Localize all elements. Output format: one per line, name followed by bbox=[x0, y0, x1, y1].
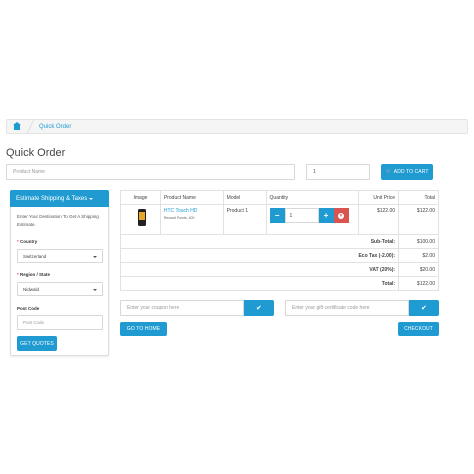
product-thumbnail[interactable] bbox=[137, 209, 146, 226]
product-quantity-cell: − 1 + × bbox=[265, 204, 360, 235]
quantity-value: 1 bbox=[313, 169, 316, 175]
gift-certificate-placeholder: Enter your gift certificate code here bbox=[292, 305, 370, 311]
check-icon: ✔ bbox=[256, 305, 262, 312]
totals-row: Sub-Total: $100.00 bbox=[119, 234, 439, 249]
remove-icon: × bbox=[338, 212, 345, 219]
vat-value: $20.00 bbox=[398, 262, 439, 277]
table-row: HTC Touch HD Reward Points: 400 Product … bbox=[120, 204, 439, 235]
header-model: Model bbox=[222, 190, 267, 205]
estimate-shipping-toggle[interactable]: Estimate Shipping & Taxes bbox=[10, 190, 109, 207]
country-label: * Country bbox=[17, 239, 37, 244]
quantity-stepper: − 1 + × bbox=[269, 208, 359, 223]
add-to-cart-label: Add to Cart bbox=[393, 169, 429, 175]
region-label-text: Region / State bbox=[20, 272, 51, 277]
get-quotes-button[interactable]: Get Quotes bbox=[17, 336, 57, 351]
header-product-name: Product Name bbox=[159, 190, 224, 205]
product-name-placeholder: Product Name bbox=[13, 169, 45, 175]
apply-gift-certificate-button[interactable]: ✔ bbox=[409, 300, 439, 316]
eco-tax-value: $2.00 bbox=[398, 248, 439, 263]
cart-icon: 🛒 bbox=[385, 169, 392, 175]
country-label-text: Country bbox=[20, 239, 38, 244]
region-label: * Region / State bbox=[17, 272, 50, 277]
breadcrumb-separator bbox=[26, 119, 35, 134]
caret-down-icon bbox=[89, 197, 94, 200]
region-value: Nidwald bbox=[23, 286, 40, 292]
gift-certificate-input[interactable]: Enter your gift certificate code here bbox=[285, 300, 409, 316]
product-name-link[interactable]: HTC Touch HD bbox=[164, 208, 223, 214]
totals-row: VAT (20%): $20.00 bbox=[119, 262, 439, 277]
apply-coupon-button[interactable]: ✔ bbox=[244, 300, 274, 316]
product-unit-price: $122.00 bbox=[358, 204, 400, 235]
total-value: $122.00 bbox=[398, 276, 439, 291]
product-total: $122.00 bbox=[398, 204, 439, 235]
estimate-shipping-title: Estimate Shipping & Taxes bbox=[16, 195, 88, 202]
coupon-input[interactable]: Enter your coupon here bbox=[120, 300, 244, 316]
check-icon: ✔ bbox=[421, 305, 427, 312]
postcode-label: Post Code bbox=[17, 306, 40, 311]
add-to-cart-button[interactable]: 🛒 Add to Cart bbox=[381, 164, 433, 180]
vat-label: VAT (20%): bbox=[119, 262, 400, 277]
region-select[interactable]: Nidwald bbox=[17, 282, 103, 296]
header-unit-price: Unit Price bbox=[358, 190, 400, 205]
product-name-cell: HTC Touch HD Reward Points: 400 bbox=[159, 204, 224, 235]
checkout-button[interactable]: Checkout bbox=[398, 322, 439, 336]
breadcrumb: Quick Order bbox=[6, 119, 468, 134]
header-total: Total bbox=[398, 190, 439, 205]
estimate-shipping-panel: Estimate Shipping & Taxes Enter Your Des… bbox=[10, 190, 109, 356]
cart-table: Image Product Name Model Quantity Unit P… bbox=[119, 190, 439, 291]
product-model: Product 1 bbox=[222, 204, 267, 235]
breadcrumb-quick-order[interactable]: Quick Order bbox=[39, 124, 71, 130]
increase-quantity-button[interactable]: + bbox=[318, 208, 334, 223]
subtotal-value: $100.00 bbox=[398, 234, 439, 249]
cart-header-row: Image Product Name Model Quantity Unit P… bbox=[120, 190, 439, 205]
select-arrow-icon bbox=[93, 256, 97, 258]
subtotal-label: Sub-Total: bbox=[119, 234, 400, 249]
quantity-input[interactable]: 1 bbox=[306, 164, 370, 180]
postcode-input[interactable]: Post Code bbox=[17, 315, 103, 330]
totals-row: Total: $122.00 bbox=[119, 276, 439, 291]
totals-row: Eco Tax (-2.00): $2.00 bbox=[119, 248, 439, 263]
select-arrow-icon bbox=[93, 289, 97, 291]
country-value: Switzerland bbox=[23, 253, 47, 259]
coupon-placeholder: Enter your coupon here bbox=[127, 305, 180, 311]
product-image-cell bbox=[120, 204, 161, 235]
shipping-intro: Enter Your Destination To Get A Shipping… bbox=[17, 214, 99, 227]
header-image: Image bbox=[120, 190, 161, 205]
reward-points: Reward Points: 400 bbox=[163, 216, 195, 220]
product-name-input[interactable]: Product Name bbox=[6, 164, 295, 180]
remove-item-button[interactable]: × bbox=[333, 208, 349, 223]
go-to-home-button[interactable]: Go to Home bbox=[120, 322, 167, 336]
decrease-quantity-button[interactable]: − bbox=[269, 208, 285, 223]
eco-tax-label: Eco Tax (-2.00): bbox=[119, 248, 400, 263]
header-quantity: Quantity bbox=[265, 190, 360, 205]
postcode-placeholder: Post Code bbox=[23, 320, 45, 325]
home-icon[interactable] bbox=[13, 121, 21, 130]
page-title: Quick Order bbox=[6, 147, 66, 159]
total-label: Total: bbox=[119, 276, 400, 291]
country-select[interactable]: Switzerland bbox=[17, 249, 103, 263]
cart-quantity-input[interactable]: 1 bbox=[284, 208, 319, 223]
